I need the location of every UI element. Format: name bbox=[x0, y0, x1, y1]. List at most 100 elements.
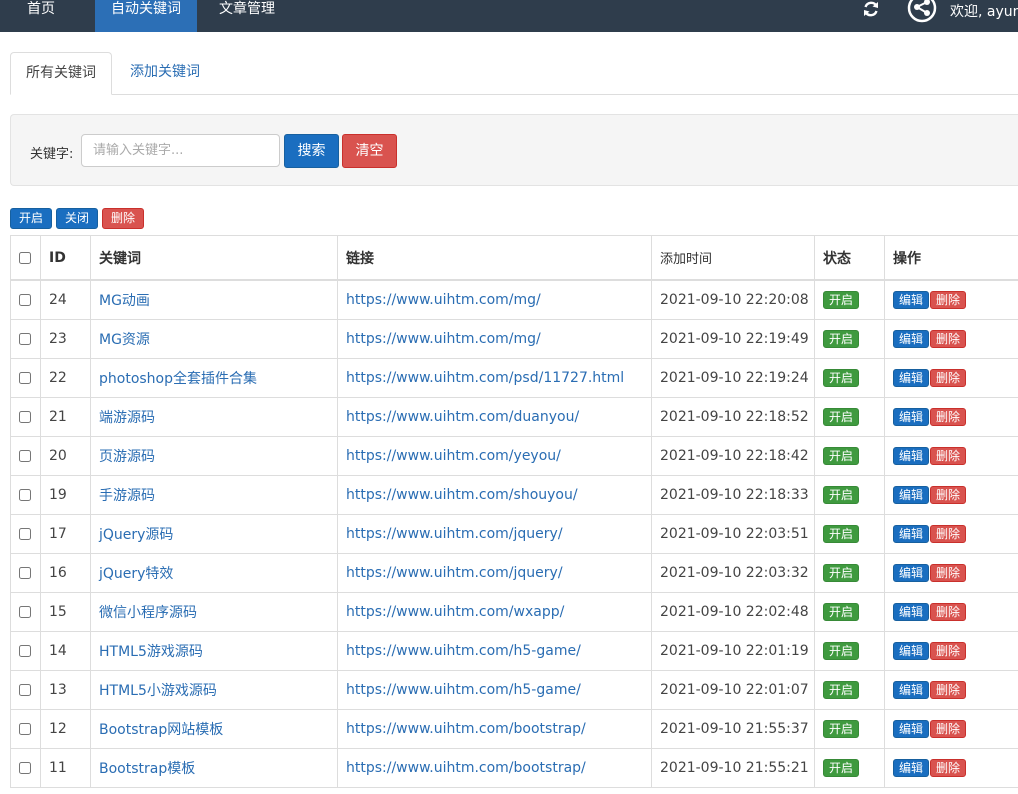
row-keyword-link[interactable]: HTML5游戏源码 bbox=[99, 644, 203, 660]
row-url-link[interactable]: https://www.uihtm.com/wxapp/ bbox=[346, 604, 564, 620]
status-toggle-button[interactable]: 开启 bbox=[823, 330, 860, 348]
row-keyword-link[interactable]: 端游源码 bbox=[99, 410, 155, 426]
row-checkbox[interactable] bbox=[19, 723, 31, 735]
delete-button[interactable]: 删除 bbox=[930, 408, 967, 426]
user-avatar-icon[interactable] bbox=[906, 0, 938, 24]
row-status-cell: 开启 bbox=[814, 436, 885, 476]
select-all-cell bbox=[10, 235, 41, 281]
row-id: 20 bbox=[40, 436, 91, 476]
status-toggle-button[interactable]: 开启 bbox=[823, 603, 860, 621]
table-row: 20 页游源码 https://www.uihtm.com/yeyou/2021-0… bbox=[10, 436, 1018, 476]
row-keyword-link[interactable]: MG资源 bbox=[99, 332, 150, 348]
delete-button[interactable]: 删除 bbox=[930, 486, 967, 504]
status-toggle-button[interactable]: 开启 bbox=[823, 681, 860, 699]
nav-home[interactable]: 首页 bbox=[0, 0, 82, 32]
status-toggle-button[interactable]: 开启 bbox=[823, 369, 860, 387]
edit-button[interactable]: 编辑 bbox=[893, 486, 930, 504]
status-toggle-button[interactable]: 开启 bbox=[823, 408, 860, 426]
edit-button[interactable]: 编辑 bbox=[893, 447, 930, 465]
delete-button[interactable]: 删除 bbox=[930, 525, 967, 543]
delete-button[interactable]: 删除 bbox=[930, 330, 967, 348]
row-keyword-link[interactable]: 微信小程序源码 bbox=[99, 605, 197, 621]
row-url-link[interactable]: https://www.uihtm.com/mg/ bbox=[346, 292, 541, 308]
edit-button[interactable]: 编辑 bbox=[893, 759, 930, 777]
row-url-link[interactable]: https://www.uihtm.com/mg/ bbox=[346, 331, 541, 347]
row-keyword-link[interactable]: photoshop全套插件合集 bbox=[99, 371, 257, 387]
nav-article-management[interactable]: 文章管理 bbox=[208, 0, 286, 32]
row-url-link[interactable]: https://www.uihtm.com/h5-game/ bbox=[346, 682, 581, 698]
row-keyword-link[interactable]: 手游源码 bbox=[99, 488, 155, 504]
row-keyword-link[interactable]: Bootstrap模板 bbox=[99, 761, 195, 777]
row-url-link[interactable]: https://www.uihtm.com/jquery/ bbox=[346, 565, 563, 581]
row-url-link[interactable]: https://www.uihtm.com/psd/11727.html bbox=[346, 370, 624, 386]
row-checkbox[interactable] bbox=[19, 684, 31, 696]
row-checkbox[interactable] bbox=[19, 411, 31, 423]
row-url-link[interactable]: https://www.uihtm.com/jquery/ bbox=[346, 526, 563, 542]
row-url-cell: https://www.uihtm.com/duanyou/ bbox=[337, 397, 652, 437]
status-toggle-button[interactable]: 开启 bbox=[823, 759, 860, 777]
search-input[interactable] bbox=[81, 134, 280, 167]
row-checkbox[interactable] bbox=[19, 762, 31, 774]
row-keyword-link[interactable]: HTML5小游戏源码 bbox=[99, 683, 217, 699]
delete-button[interactable]: 删除 bbox=[930, 447, 967, 465]
delete-button[interactable]: 删除 bbox=[930, 291, 967, 309]
row-checkbox[interactable] bbox=[19, 567, 31, 579]
delete-button[interactable]: 删除 bbox=[930, 564, 967, 582]
row-keyword-link[interactable]: MG动画 bbox=[99, 293, 150, 309]
search-button[interactable]: 搜索 bbox=[284, 134, 339, 168]
row-url-link[interactable]: https://www.uihtm.com/bootstrap/ bbox=[346, 760, 586, 776]
edit-button[interactable]: 编辑 bbox=[893, 330, 930, 348]
status-toggle-button[interactable]: 开启 bbox=[823, 291, 860, 309]
row-checkbox[interactable] bbox=[19, 528, 31, 540]
delete-button[interactable]: 删除 bbox=[930, 681, 967, 699]
row-keyword-link[interactable]: Bootstrap网站模板 bbox=[99, 722, 223, 738]
bulk-delete-button[interactable]: 删除 bbox=[102, 208, 144, 229]
status-toggle-button[interactable]: 开启 bbox=[823, 564, 860, 582]
status-toggle-button[interactable]: 开启 bbox=[823, 447, 860, 465]
bulk-disable-button[interactable]: 关闭 bbox=[56, 208, 98, 229]
tab-add-keyword[interactable]: 添加关键词 bbox=[115, 52, 215, 93]
row-select-cell bbox=[10, 709, 41, 749]
row-checkbox[interactable] bbox=[19, 450, 31, 462]
edit-button[interactable]: 编辑 bbox=[893, 642, 930, 660]
row-url-link[interactable]: https://www.uihtm.com/bootstrap/ bbox=[346, 721, 586, 737]
edit-button[interactable]: 编辑 bbox=[893, 603, 930, 621]
row-url-link[interactable]: https://www.uihtm.com/h5-game/ bbox=[346, 643, 581, 659]
row-checkbox[interactable] bbox=[19, 606, 31, 618]
row-checkbox[interactable] bbox=[19, 489, 31, 501]
row-url-link[interactable]: https://www.uihtm.com/shouyou/ bbox=[346, 487, 578, 503]
row-keyword-link[interactable]: jQuery特效 bbox=[99, 566, 173, 582]
row-url-link[interactable]: https://www.uihtm.com/duanyou/ bbox=[346, 409, 579, 425]
status-toggle-button[interactable]: 开启 bbox=[823, 486, 860, 504]
row-checkbox[interactable] bbox=[19, 333, 31, 345]
row-checkbox[interactable] bbox=[19, 372, 31, 384]
row-keyword-link[interactable]: jQuery源码 bbox=[99, 527, 173, 543]
refresh-icon[interactable] bbox=[862, 0, 880, 18]
table-row: 24 MG动画 https://www.uihtm.com/mg/2021-09-1… bbox=[10, 279, 1018, 320]
delete-button[interactable]: 删除 bbox=[930, 720, 967, 738]
delete-button[interactable]: 删除 bbox=[930, 759, 967, 777]
bulk-enable-button[interactable]: 开启 bbox=[10, 208, 52, 229]
row-checkbox[interactable] bbox=[19, 294, 31, 306]
edit-button[interactable]: 编辑 bbox=[893, 720, 930, 738]
row-keyword-link[interactable]: 页游源码 bbox=[99, 449, 155, 465]
row-added-time: 2021-09-10 22:18:42 bbox=[651, 436, 815, 476]
edit-button[interactable]: 编辑 bbox=[893, 291, 930, 309]
status-toggle-button[interactable]: 开启 bbox=[823, 525, 860, 543]
edit-button[interactable]: 编辑 bbox=[893, 564, 930, 582]
nav-auto-keywords[interactable]: 自动关键词 bbox=[95, 0, 197, 32]
select-all-checkbox[interactable] bbox=[19, 251, 31, 264]
row-url-link[interactable]: https://www.uihtm.com/yeyou/ bbox=[346, 448, 561, 464]
edit-button[interactable]: 编辑 bbox=[893, 369, 930, 387]
delete-button[interactable]: 删除 bbox=[930, 642, 967, 660]
clear-button[interactable]: 清空 bbox=[342, 134, 397, 168]
status-toggle-button[interactable]: 开启 bbox=[823, 642, 860, 660]
status-toggle-button[interactable]: 开启 bbox=[823, 720, 860, 738]
tab-all-keywords[interactable]: 所有关键词 bbox=[10, 52, 112, 95]
edit-button[interactable]: 编辑 bbox=[893, 525, 930, 543]
delete-button[interactable]: 删除 bbox=[930, 603, 967, 621]
edit-button[interactable]: 编辑 bbox=[893, 681, 930, 699]
edit-button[interactable]: 编辑 bbox=[893, 408, 930, 426]
delete-button[interactable]: 删除 bbox=[930, 369, 967, 387]
row-checkbox[interactable] bbox=[19, 645, 31, 657]
